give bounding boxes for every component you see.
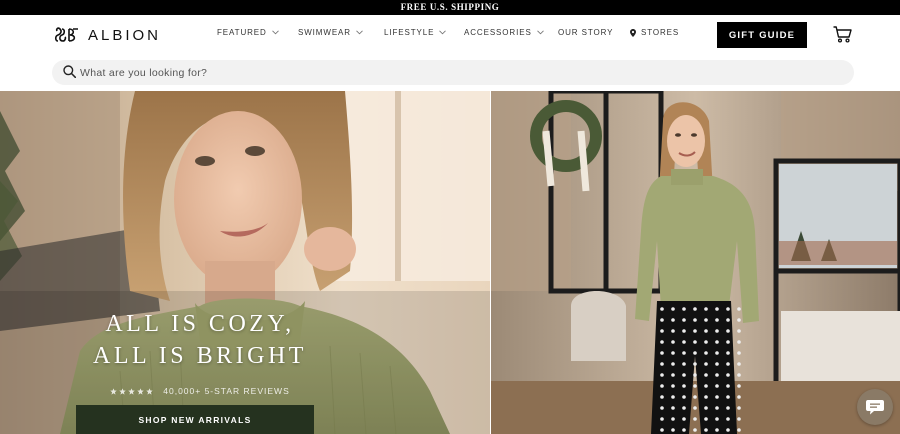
nav-label: ACCESSORIES	[464, 28, 532, 37]
search-input[interactable]	[80, 64, 840, 81]
brand-name: ALBION	[88, 26, 162, 44]
albion-monogram-icon	[54, 27, 78, 42]
review-summary: 40,000+ 5-STAR REVIEWS	[100, 385, 300, 397]
nav-swimwear[interactable]: SWIMWEAR	[298, 28, 363, 37]
gift-guide-button[interactable]: GIFT GUIDE	[717, 22, 807, 48]
star-icon	[119, 387, 126, 395]
search-icon[interactable]	[63, 65, 76, 78]
hero-headline-line2: ALL IS BRIGHT	[93, 343, 307, 369]
reviews-count-text: 40,000+ 5-STAR REVIEWS	[163, 386, 290, 396]
rating-stars	[110, 387, 153, 395]
brand-logo[interactable]: ALBION	[54, 25, 161, 45]
chevron-down-icon	[271, 30, 279, 35]
star-icon	[146, 387, 153, 395]
nav-label: STORES	[641, 28, 680, 37]
chat-button[interactable]	[857, 389, 893, 425]
nav-our-story[interactable]: OUR STORY	[558, 28, 613, 37]
model-polka-dot-pajamas-photo	[491, 91, 900, 434]
announcement-text: FREE U.S. SHIPPING	[400, 2, 500, 12]
hero-banner: ALL IS COZY, ALL IS BRIGHT 40,000+ 5-STA…	[0, 91, 900, 434]
star-icon	[128, 387, 135, 395]
location-pin-icon	[630, 28, 636, 37]
nav-label: OUR STORY	[558, 28, 614, 37]
nav-stores[interactable]: STORES	[630, 28, 679, 37]
chat-bubble-icon	[866, 400, 884, 415]
hero-image-left[interactable]: ALL IS COZY, ALL IS BRIGHT 40,000+ 5-STA…	[0, 91, 490, 434]
shop-new-arrivals-button[interactable]: SHOP NEW ARRIVALS	[76, 405, 314, 434]
chevron-down-icon	[536, 30, 544, 35]
nav-lifestyle[interactable]: LIFESTYLE	[384, 28, 447, 37]
shopping-cart-icon[interactable]	[833, 26, 852, 43]
announcement-bar: FREE U.S. SHIPPING	[0, 0, 900, 15]
hero-image-right[interactable]	[491, 91, 900, 434]
nav-accessories[interactable]: ACCESSORIES	[464, 28, 544, 37]
nav-label: FEATURED	[217, 28, 267, 37]
star-icon	[137, 387, 144, 395]
search-bar	[52, 60, 854, 85]
nav-featured[interactable]: FEATURED	[217, 28, 279, 37]
chevron-down-icon	[439, 30, 447, 35]
nav-label: SWIMWEAR	[298, 28, 351, 37]
site-header: ALBION FEATURED SWIMWEAR LIFESTYLE ACCES…	[0, 15, 900, 55]
chevron-down-icon	[356, 30, 363, 35]
hero-headline-line1: ALL IS COZY,	[105, 311, 295, 337]
star-icon	[110, 387, 117, 395]
model-cozy-sweater-photo	[0, 91, 490, 434]
nav-label: LIFESTYLE	[384, 28, 435, 37]
